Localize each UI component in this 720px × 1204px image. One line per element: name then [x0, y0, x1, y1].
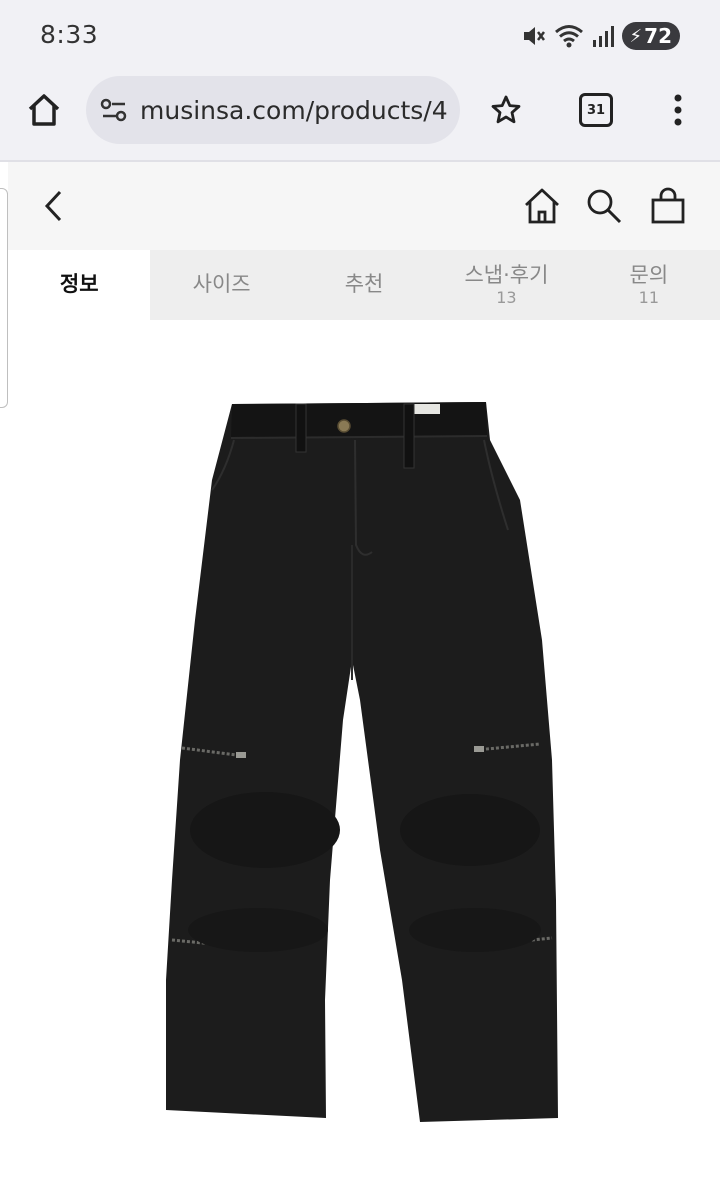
- home-icon: [28, 94, 60, 126]
- charging-bolt-icon: ⚡: [629, 25, 643, 47]
- product-image-area: [8, 320, 720, 1200]
- bookmark-button[interactable]: [486, 90, 526, 130]
- tab-switcher-button[interactable]: 31: [576, 90, 616, 130]
- tab-info[interactable]: 정보: [8, 250, 151, 320]
- tab-switcher-icon: 31: [579, 93, 613, 127]
- tab-recommend[interactable]: 추천: [293, 250, 435, 320]
- signal-icon: [592, 26, 614, 47]
- status-time: 8:33: [40, 20, 99, 49]
- side-panel-handle[interactable]: [0, 188, 8, 408]
- battery-level: 72: [644, 24, 672, 48]
- tab-snap-review[interactable]: 스냅·후기 13: [435, 250, 577, 320]
- site-settings-icon[interactable]: [100, 96, 128, 124]
- address-bar[interactable]: musinsa.com/products/4: [86, 76, 460, 144]
- product-tabs: 정보 사이즈 추천 스냅·후기 13 문의 11: [8, 250, 720, 320]
- product-image[interactable]: [8, 320, 720, 1200]
- bookmark-star-icon: [491, 95, 521, 124]
- tab-label: 스냅·후기: [464, 262, 549, 287]
- battery-indicator: ⚡ 72: [621, 22, 680, 50]
- tab-label: 추천: [344, 272, 384, 297]
- tab-count: 13: [496, 288, 517, 307]
- more-menu-icon: [674, 94, 682, 126]
- status-icons: ⚡ 72: [520, 20, 680, 52]
- search-icon: [587, 189, 622, 224]
- back-button[interactable]: [34, 186, 74, 226]
- home-button[interactable]: [520, 184, 564, 228]
- more-menu-button[interactable]: [664, 88, 692, 132]
- tab-inquiry[interactable]: 문의 11: [578, 250, 720, 320]
- app-header: [8, 162, 720, 250]
- wifi-icon: [554, 25, 583, 48]
- tab-count: 11: [638, 288, 659, 307]
- tab-label: 사이즈: [192, 272, 251, 297]
- browser-toolbar: musinsa.com/products/4 31: [0, 72, 720, 162]
- back-icon: [44, 190, 62, 222]
- tab-label: 정보: [59, 272, 99, 297]
- browser-home-button[interactable]: [22, 88, 66, 132]
- pants-body-shape: [166, 402, 558, 1122]
- tab-label: 문의: [629, 262, 669, 287]
- mute-icon: [523, 27, 545, 45]
- search-button[interactable]: [582, 184, 626, 228]
- shopping-bag-icon: [651, 187, 685, 224]
- status-bar: 8:33 ⚡ 72: [0, 0, 720, 72]
- cart-button[interactable]: [646, 184, 690, 228]
- home-icon: [525, 188, 559, 224]
- tab-size[interactable]: 사이즈: [150, 250, 292, 320]
- url-text: musinsa.com/products/4: [140, 95, 448, 125]
